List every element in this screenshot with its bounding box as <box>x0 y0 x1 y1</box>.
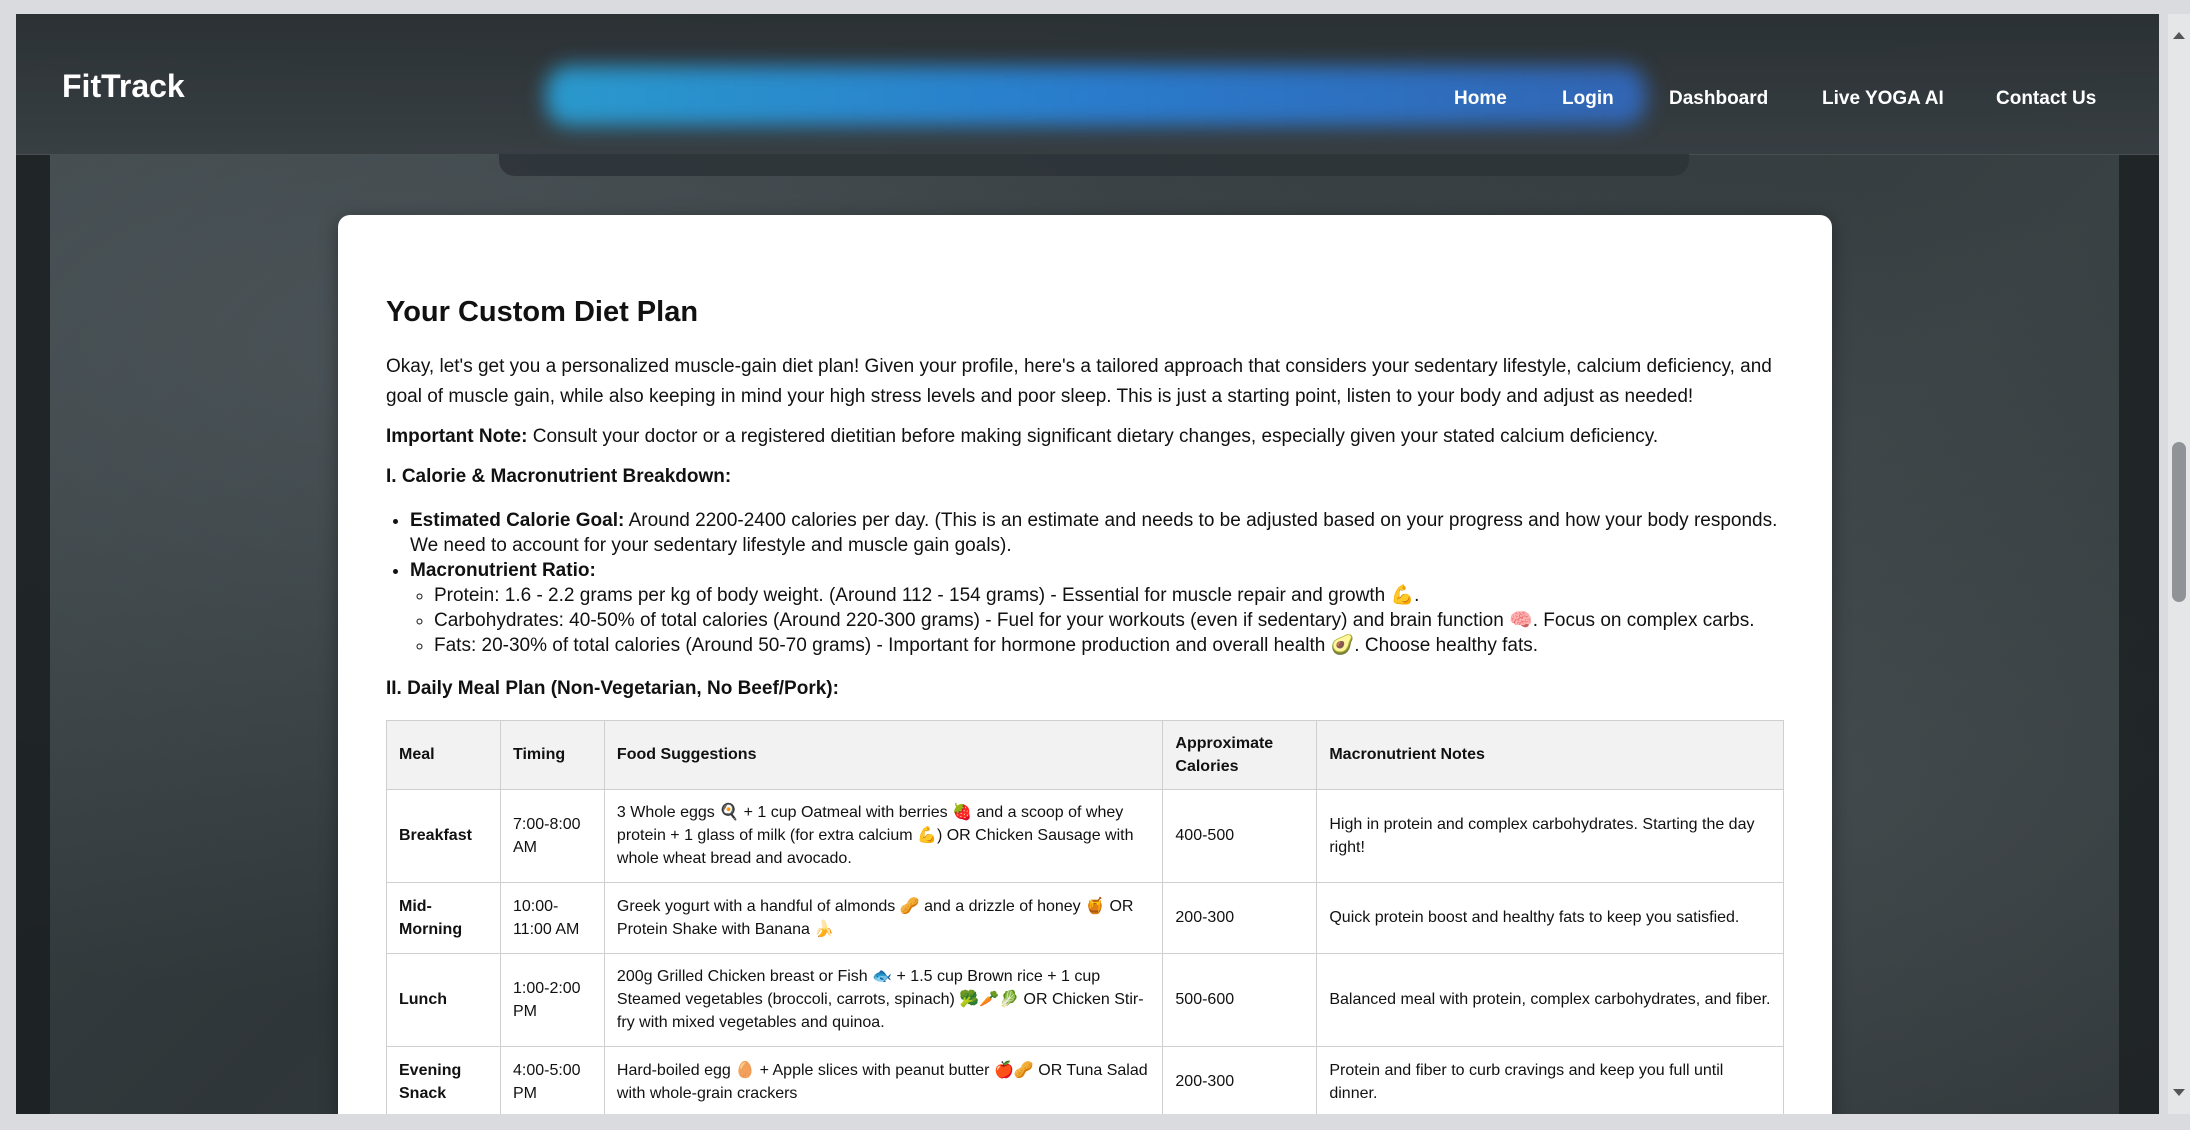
table-row: Mid-Morning 10:00-11:00 AM Greek yogurt … <box>386 881 1784 954</box>
section-calorie-heading: I. Calorie & Macronutrient Breakdown: <box>386 465 732 487</box>
table-header-row: Meal Timing Food Suggestions Approximate… <box>386 719 1784 790</box>
background-strip-right <box>2119 154 2159 1114</box>
list-item-calorie-goal: Estimated Calorie Goal: Around 2200-2400… <box>410 508 1786 558</box>
cell-meal: Lunch <box>386 952 501 1047</box>
cell-timing: 4:00-5:00 PM <box>499 1045 605 1114</box>
cell-calories: 200-300 <box>1162 1045 1318 1114</box>
nav-link-live-yoga-ai[interactable]: Live YOGA AI <box>1822 88 1944 110</box>
nav-link-dashboard[interactable]: Dashboard <box>1669 88 1768 110</box>
cell-notes: Protein and fiber to curb cravings and k… <box>1316 1045 1784 1114</box>
top-navbar: FitTrack Home Login Dashboard Live YOGA … <box>16 14 2159 155</box>
scrollbar-thumb[interactable] <box>2172 442 2186 602</box>
cell-timing: 7:00-8:00 AM <box>499 788 605 883</box>
calorie-goal-label: Estimated Calorie Goal: <box>410 509 625 531</box>
cell-notes: Quick protein boost and healthy fats to … <box>1316 881 1784 954</box>
header-macronutrient-notes: Macronutrient Notes <box>1316 719 1784 790</box>
cell-notes: High in protein and complex carbohydrate… <box>1316 788 1784 883</box>
cell-calories: 200-300 <box>1162 881 1318 954</box>
cell-meal: Mid-Morning <box>386 881 501 954</box>
cell-meal: Breakfast <box>386 788 501 883</box>
cell-food: 200g Grilled Chicken breast or Fish 🐟 + … <box>603 952 1164 1047</box>
cell-notes: Balanced meal with protein, complex carb… <box>1316 952 1784 1047</box>
diet-plan-card: Your Custom Diet Plan Okay, let's get yo… <box>338 215 1832 1114</box>
cell-timing: 10:00-11:00 AM <box>499 881 605 954</box>
brand-logo[interactable]: FitTrack <box>62 68 185 105</box>
diet-plan-title: Your Custom Diet Plan <box>386 296 699 328</box>
scroll-down-arrow-icon[interactable] <box>2173 1089 2185 1096</box>
header-meal: Meal <box>386 719 501 790</box>
page-viewport: FitTrack Home Login Dashboard Live YOGA … <box>16 14 2159 1114</box>
macro-carbohydrates: Carbohydrates: 40-50% of total calories … <box>434 608 1786 633</box>
nav-link-login[interactable]: Login <box>1562 88 1614 110</box>
nav-panel-edge <box>499 154 1689 176</box>
page-scrollbar[interactable] <box>2168 14 2190 1114</box>
header-food-suggestions: Food Suggestions <box>603 719 1164 790</box>
nav-link-home[interactable]: Home <box>1454 88 1507 110</box>
cell-meal: Evening Snack <box>386 1045 501 1114</box>
macro-protein: Protein: 1.6 - 2.2 grams per kg of body … <box>434 583 1786 608</box>
cell-food: Hard-boiled egg 🥚 + Apple slices with pe… <box>603 1045 1164 1114</box>
macro-sublist: Protein: 1.6 - 2.2 grams per kg of body … <box>410 583 1786 658</box>
macro-ratio-label: Macronutrient Ratio: <box>410 559 596 581</box>
list-item-macro-ratio: Macronutrient Ratio: Protein: 1.6 - 2.2 … <box>410 558 1786 658</box>
table-row: Breakfast 7:00-8:00 AM 3 Whole eggs 🍳 + … <box>386 788 1784 883</box>
scroll-up-arrow-icon[interactable] <box>2173 32 2185 39</box>
table-row: Evening Snack 4:00-5:00 PM Hard-boiled e… <box>386 1045 1784 1114</box>
important-note-label: Important Note: <box>386 425 528 447</box>
calorie-list: Estimated Calorie Goal: Around 2200-2400… <box>386 508 1786 658</box>
cell-food: Greek yogurt with a handful of almonds 🥜… <box>603 881 1164 954</box>
header-timing: Timing <box>499 719 605 790</box>
diet-plan-content: Your Custom Diet Plan Okay, let's get yo… <box>386 295 1786 1114</box>
important-note: Important Note: Consult your doctor or a… <box>386 422 1786 452</box>
important-note-text: Consult your doctor or a registered diet… <box>527 425 1659 447</box>
cell-food: 3 Whole eggs 🍳 + 1 cup Oatmeal with berr… <box>603 788 1164 883</box>
nav-link-contact-us[interactable]: Contact Us <box>1996 88 2096 110</box>
intro-paragraph: Okay, let's get you a personalized muscl… <box>386 355 1772 407</box>
header-approximate-calories: Approximate Calories <box>1162 719 1318 790</box>
cell-timing: 1:00-2:00 PM <box>499 952 605 1047</box>
table-row: Lunch 1:00-2:00 PM 200g Grilled Chicken … <box>386 952 1784 1047</box>
cell-calories: 500-600 <box>1162 952 1318 1047</box>
macro-fats: Fats: 20-30% of total calories (Around 5… <box>434 633 1786 658</box>
cell-calories: 400-500 <box>1162 788 1318 883</box>
section-meal-plan-heading: II. Daily Meal Plan (Non-Vegetarian, No … <box>386 677 839 699</box>
meal-plan-table: Meal Timing Food Suggestions Approximate… <box>386 719 1784 1114</box>
background-strip-left <box>16 154 50 1114</box>
